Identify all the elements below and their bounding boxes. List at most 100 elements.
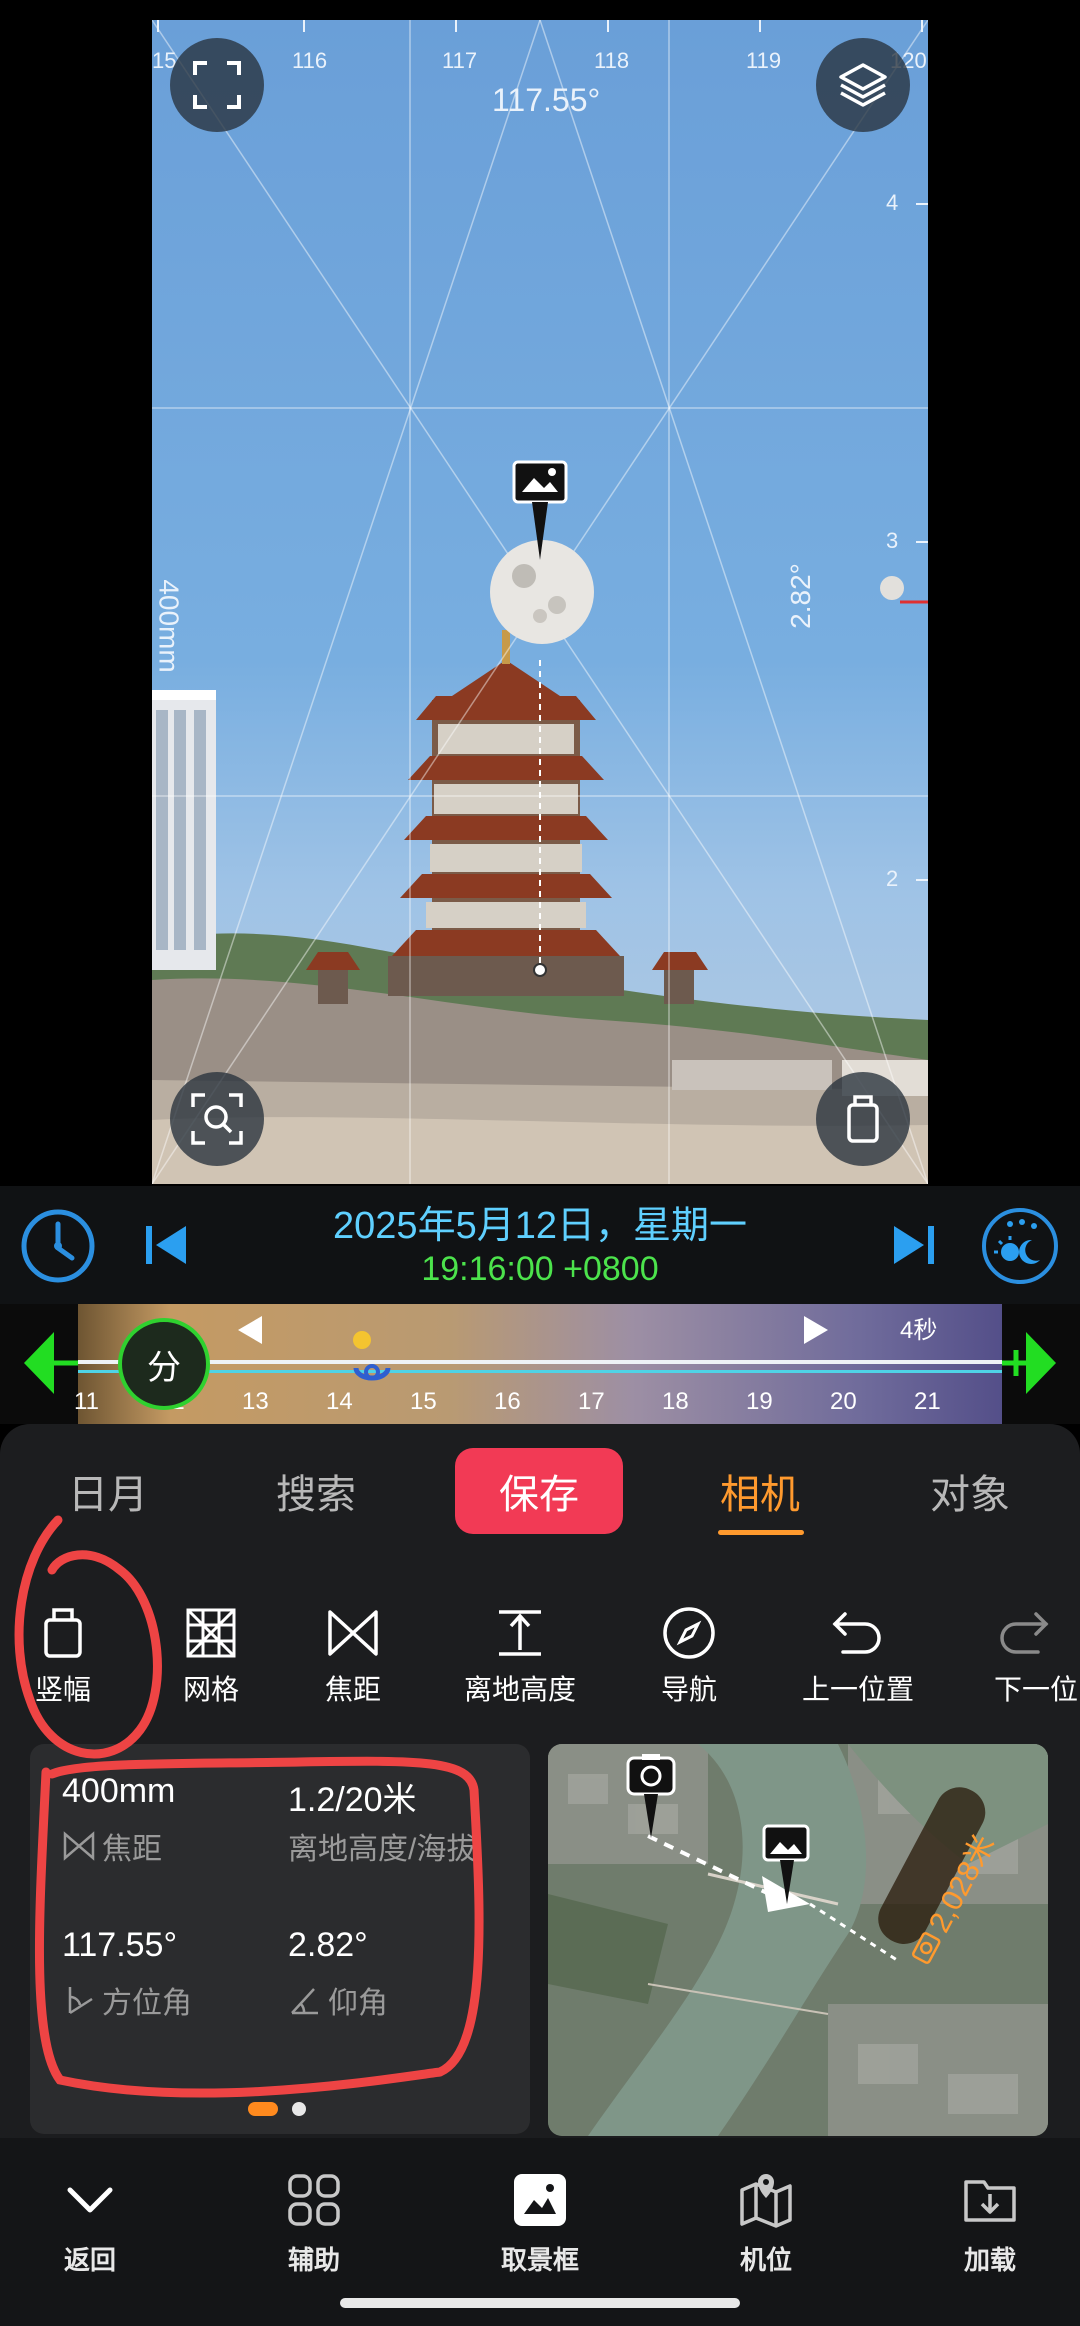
height-label: 离地高度/海拔 (288, 1833, 477, 1866)
portrait-frame-icon (847, 1095, 879, 1143)
grid-button[interactable]: 网格 (182, 1604, 240, 1708)
zoom-search-button[interactable] (170, 1072, 264, 1166)
grid-icon (186, 1608, 236, 1658)
portrait-toggle-button[interactable]: 竖幅 (34, 1604, 92, 1708)
timeline-tick: 14 (326, 1388, 353, 1415)
camera-info-card[interactable]: 400mm 焦距 1.2/20米 离地高度/海拔 117.55° 方位角 2.8… (30, 1744, 530, 2134)
tool-label: 下一位 (994, 1674, 1079, 1705)
layers-button[interactable] (816, 38, 910, 132)
next-event-button[interactable] (888, 1220, 938, 1275)
nav-assist[interactable]: 辅助 (244, 2170, 384, 2277)
step-label[interactable]: 4秒 (900, 1310, 937, 1345)
scale-label-right: 2 (886, 866, 899, 891)
nav-back[interactable]: 返回 (20, 2170, 160, 2277)
tool-label: 焦距 (324, 1674, 381, 1705)
timeline-tick: 17 (578, 1388, 605, 1415)
timeline-tick: 13 (242, 1388, 269, 1415)
timeline-tick: 16 (494, 1388, 521, 1415)
map-pin-icon (740, 2174, 792, 2228)
timeline-forward-button[interactable] (1000, 1328, 1060, 1403)
tool-label: 网格 (182, 1674, 239, 1705)
save-button[interactable]: 保存 (455, 1448, 623, 1534)
focal-value: 400mm (62, 1772, 176, 1810)
scale-label-right: 4 (886, 190, 899, 215)
layers-icon (839, 63, 887, 107)
fullscreen-button[interactable] (170, 38, 264, 132)
time-unit-button[interactable]: 分 (118, 1318, 210, 1410)
elevation-angle-icon (291, 1988, 318, 2015)
nav-load[interactable]: 加载 (920, 2170, 1060, 2277)
height-button[interactable]: 离地高度 (464, 1604, 576, 1708)
scale-label-right: 3 (886, 528, 899, 553)
elevation-label: 仰角 (328, 1987, 388, 2020)
camera-panel: 日月 搜索 保存 相机 对象 竖幅 网格 焦距 离地高度 导航 上一位置 下一位… (0, 1424, 1080, 2138)
next-position-button[interactable]: 下一位 (994, 1604, 1078, 1708)
elevation-readout: 2.82° (784, 563, 816, 629)
timeline-track[interactable]: 4秒 11 12 13 14 15 16 17 18 19 20 21 (74, 1304, 1002, 1424)
chevron-down-icon (67, 2187, 113, 2213)
grid-apps-icon (288, 2174, 340, 2226)
azimuth-value: 117.55° (62, 1926, 178, 1964)
tool-label: 导航 (660, 1674, 717, 1705)
timeline-tick: 11 (74, 1388, 99, 1415)
page-indicator[interactable] (292, 2102, 306, 2116)
viewfinder-3d-scene[interactable]: 15 116 117 118 119 120 117.55° 4 3 2 400… (152, 20, 928, 1184)
height-value: 1.2/20米 (288, 1781, 417, 1819)
time-bar: 2025年5月12日，星期一 19:16:00 +0800 (0, 1186, 1080, 1304)
elevation-label-row: 仰角 (288, 1978, 388, 2022)
page-indicator-active (248, 2102, 278, 2116)
timeline-tick: 20 (830, 1388, 857, 1415)
azimuth-label: 方位角 (102, 1987, 192, 2020)
focal-label-row: 焦距 (62, 1824, 162, 1868)
nav-label: 辅助 (287, 2245, 340, 2275)
home-indicator[interactable] (340, 2298, 740, 2308)
next-step-icon[interactable] (804, 1316, 828, 1344)
timeline-back-button[interactable] (20, 1328, 80, 1403)
tool-label: 离地高度 (464, 1674, 577, 1705)
tab-search[interactable]: 搜索 (276, 1462, 356, 1520)
azimuth-label-row: 方位角 (62, 1978, 192, 2022)
mini-map[interactable]: 2,028米 (548, 1744, 1048, 2136)
nav-frame[interactable]: 取景框 (470, 2170, 610, 2277)
timeline-tick: 18 (662, 1388, 689, 1415)
active-tab-indicator (718, 1530, 804, 1535)
timeline-tick: 21 (914, 1388, 941, 1415)
celestial-events-button[interactable] (980, 1206, 1060, 1291)
previous-position-button[interactable]: 上一位置 (802, 1604, 914, 1708)
timeline-tick: 19 (746, 1388, 773, 1415)
tab-object[interactable]: 对象 (930, 1462, 1010, 1520)
focal-length-icon (63, 1831, 95, 1861)
sun-moon-icon (982, 1208, 1058, 1284)
orientation-button[interactable] (816, 1072, 910, 1166)
skip-forward-icon (894, 1226, 934, 1264)
redo-icon (1000, 1612, 1049, 1654)
nav-label: 返回 (63, 2245, 116, 2275)
folder-download-icon (964, 2180, 1016, 2222)
undo-icon (832, 1612, 881, 1654)
zoom-search-icon (191, 1093, 243, 1145)
arrow-right-icon (1002, 1332, 1056, 1394)
nav-label: 加载 (963, 2245, 1016, 2275)
timeline-slider[interactable]: 4秒 11 12 13 14 15 16 17 18 19 20 21 分 (0, 1304, 1080, 1424)
height-icon (499, 1610, 541, 1656)
timeline-line (78, 1370, 1002, 1373)
elevation-value: 2.82° (288, 1926, 368, 1964)
arrow-left-icon (24, 1332, 78, 1394)
satellite-map-graphic (548, 1744, 1048, 2136)
timeline-tick: 15 (410, 1388, 437, 1415)
azimuth-readout: 117.55° (492, 82, 601, 118)
nav-label: 机位 (739, 2245, 792, 2275)
focal-length-button[interactable]: 焦距 (324, 1604, 382, 1708)
scale-label-top: 119 (746, 48, 782, 73)
tab-camera[interactable]: 相机 (720, 1462, 800, 1520)
azimuth-icon (68, 1987, 93, 2015)
nav-position[interactable]: 机位 (696, 2170, 836, 2277)
timeline-line (78, 1360, 1002, 1364)
scale-label-top: 118 (594, 48, 630, 73)
frame-picture-icon (514, 2174, 566, 2226)
navigate-button[interactable]: 导航 (660, 1604, 718, 1708)
height-label-row: 离地高度/海拔 (288, 1824, 524, 1868)
tab-sun-moon[interactable]: 日月 (68, 1462, 148, 1520)
previous-step-icon[interactable] (238, 1316, 262, 1344)
focal-length-icon (328, 1610, 378, 1656)
